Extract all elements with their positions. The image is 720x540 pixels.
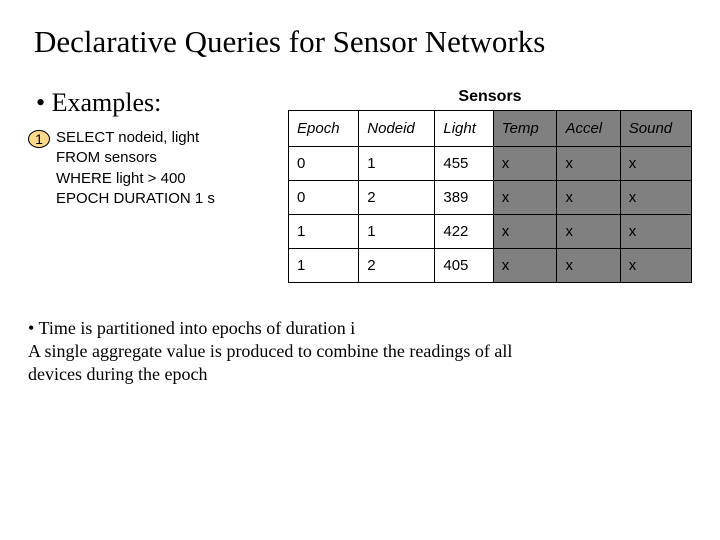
cell-temp: x [493,249,557,283]
footer-line: • Time is partitioned into epochs of dur… [28,317,692,340]
cell-accel: x [557,215,620,249]
table-caption: Sensors [288,88,692,106]
query-block: 1 SELECT nodeid, light FROM sensors WHER… [28,128,288,209]
query-text: SELECT nodeid, light FROM sensors WHERE … [56,128,215,209]
cell-accel: x [557,181,620,215]
cell-sound: x [620,215,691,249]
query-line: FROM sensors [56,148,215,168]
col-temp: Temp [493,111,557,147]
left-column: • Examples: 1 SELECT nodeid, light FROM … [28,88,288,209]
table-row: 0 1 455 x x x [289,147,692,181]
table-row: 0 2 389 x x x [289,181,692,215]
cell-sound: x [620,249,691,283]
cell-temp: x [493,215,557,249]
cell-light: 422 [435,215,493,249]
query-number-marker: 1 [28,130,50,148]
footer-line: devices during the epoch [28,363,692,386]
examples-heading: • Examples: [36,88,288,118]
cell-nodeid: 1 [359,215,435,249]
cell-nodeid: 1 [359,147,435,181]
col-sound: Sound [620,111,691,147]
cell-epoch: 1 [289,249,359,283]
cell-nodeid: 2 [359,181,435,215]
sensors-table: Epoch Nodeid Light Temp Accel Sound 0 1 … [288,110,692,283]
cell-light: 455 [435,147,493,181]
cell-epoch: 0 [289,147,359,181]
table-row: 1 2 405 x x x [289,249,692,283]
query-line: WHERE light > 400 [56,169,215,189]
cell-epoch: 1 [289,215,359,249]
col-nodeid: Nodeid [359,111,435,147]
query-line: SELECT nodeid, light [56,128,215,148]
footer-note: • Time is partitioned into epochs of dur… [28,317,692,386]
cell-accel: x [557,147,620,181]
cell-sound: x [620,181,691,215]
cell-temp: x [493,147,557,181]
col-light: Light [435,111,493,147]
cell-light: 389 [435,181,493,215]
right-column: Sensors Epoch Nodeid Light Temp Accel So… [288,88,692,283]
table-header-row: Epoch Nodeid Light Temp Accel Sound [289,111,692,147]
query-line: EPOCH DURATION 1 s [56,189,215,209]
cell-light: 405 [435,249,493,283]
cell-epoch: 0 [289,181,359,215]
content-row: • Examples: 1 SELECT nodeid, light FROM … [28,88,692,283]
col-accel: Accel [557,111,620,147]
table-row: 1 1 422 x x x [289,215,692,249]
footer-line: A single aggregate value is produced to … [28,340,692,363]
cell-nodeid: 2 [359,249,435,283]
cell-sound: x [620,147,691,181]
col-epoch: Epoch [289,111,359,147]
slide-title: Declarative Queries for Sensor Networks [34,24,692,60]
cell-temp: x [493,181,557,215]
cell-accel: x [557,249,620,283]
